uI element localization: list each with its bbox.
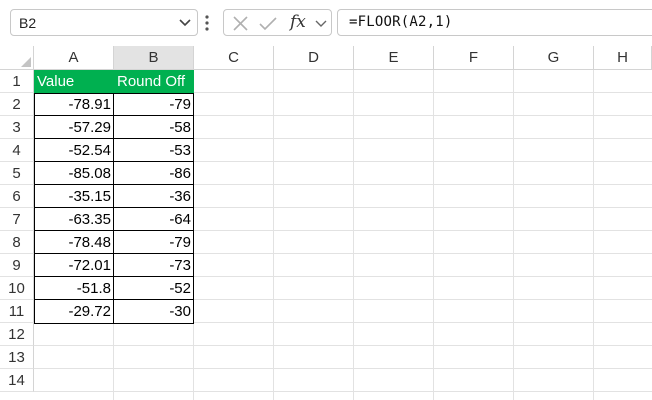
cell-b7[interactable]: -64: [114, 208, 194, 231]
cell-b11[interactable]: -30: [114, 300, 194, 323]
row-header-9[interactable]: 9: [0, 254, 34, 277]
cell-a4[interactable]: -52.54: [34, 139, 114, 162]
cell-b8[interactable]: -79: [114, 231, 194, 254]
name-box[interactable]: B2: [10, 9, 198, 36]
row-header-13[interactable]: 13: [0, 346, 34, 369]
cancel-icon[interactable]: [233, 16, 248, 31]
cell-b5[interactable]: -86: [114, 162, 194, 185]
chevron-down-icon[interactable]: [315, 19, 327, 28]
spreadsheet-grid: A B C D E F G H 1 2 3 4 5 6 7 8 9 10 11 …: [0, 46, 652, 400]
select-all-corner[interactable]: [0, 46, 34, 70]
column-header-h[interactable]: H: [594, 46, 652, 70]
cell-a2[interactable]: -78.91: [34, 93, 114, 116]
row-header-11[interactable]: 11: [0, 300, 34, 323]
cell-a6[interactable]: -35.15: [34, 185, 114, 208]
row-header-10[interactable]: 10: [0, 277, 34, 300]
column-header-b[interactable]: B: [114, 46, 194, 70]
cell-b1-header[interactable]: Round Off: [114, 70, 194, 93]
row-header-5[interactable]: 5: [0, 162, 34, 185]
chevron-down-icon[interactable]: [179, 18, 191, 28]
select-all-triangle-icon: [21, 57, 31, 67]
formula-bar: B2 fx =FLOOR(A2,1): [0, 0, 652, 46]
row-header-12[interactable]: 12: [0, 323, 34, 346]
column-header-g[interactable]: G: [514, 46, 594, 70]
cell-a10[interactable]: -51.8: [34, 277, 114, 300]
column-header-f[interactable]: F: [434, 46, 514, 70]
cell-a1-header[interactable]: Value: [34, 70, 114, 93]
row-header-7[interactable]: 7: [0, 208, 34, 231]
column-header-d[interactable]: D: [274, 46, 354, 70]
formula-text: =FLOOR(A2,1): [349, 14, 453, 30]
row-header-8[interactable]: 8: [0, 231, 34, 254]
more-options-icon[interactable]: [204, 14, 210, 32]
cell-b10[interactable]: -52: [114, 277, 194, 300]
row-header-14[interactable]: 14: [0, 369, 34, 392]
row-header-4[interactable]: 4: [0, 139, 34, 162]
column-header-a[interactable]: A: [34, 46, 114, 70]
enter-check-icon[interactable]: [259, 16, 277, 31]
row-header-3[interactable]: 3: [0, 116, 34, 139]
cell-b6[interactable]: -36: [114, 185, 194, 208]
name-box-value: B2: [19, 15, 37, 31]
column-header-c[interactable]: C: [194, 46, 274, 70]
cell-b4[interactable]: -53: [114, 139, 194, 162]
cell-a8[interactable]: -78.48: [34, 231, 114, 254]
cell-a5[interactable]: -85.08: [34, 162, 114, 185]
insert-function-icon[interactable]: fx: [290, 12, 306, 32]
formula-controls: fx: [223, 9, 332, 36]
cell-b2[interactable]: -79: [114, 93, 194, 116]
row-header-2[interactable]: 2: [0, 93, 34, 116]
cell-a3[interactable]: -57.29: [34, 116, 114, 139]
column-header-e[interactable]: E: [354, 46, 434, 70]
cell-a11[interactable]: -29.72: [34, 300, 114, 323]
cell-b9[interactable]: -73: [114, 254, 194, 277]
formula-input[interactable]: =FLOOR(A2,1): [337, 9, 652, 36]
cell-a7[interactable]: -63.35: [34, 208, 114, 231]
row-header-1[interactable]: 1: [0, 70, 34, 93]
cell-a9[interactable]: -72.01: [34, 254, 114, 277]
row-header-6[interactable]: 6: [0, 185, 34, 208]
cell-b3[interactable]: -58: [114, 116, 194, 139]
